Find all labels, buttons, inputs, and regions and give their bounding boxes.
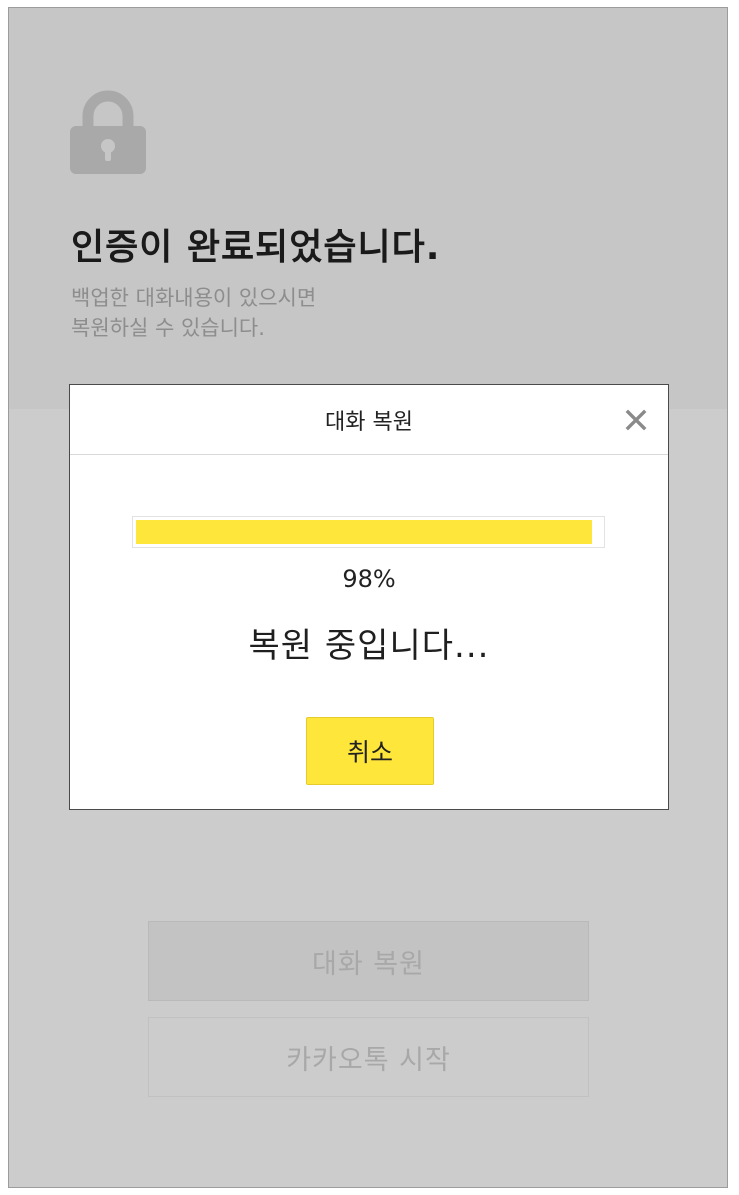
auth-complete-panel: 인증이 완료되었습니다. 백업한 대화내용이 있으시면 복원하실 수 있습니다.	[9, 8, 727, 409]
dialog-header: 대화 복원	[70, 385, 668, 455]
close-icon[interactable]	[624, 408, 648, 432]
page-title: 인증이 완료되었습니다.	[71, 227, 441, 268]
lock-icon	[70, 90, 146, 174]
start-kakaotalk-button[interactable]: 카카오톡 시작	[148, 1017, 589, 1097]
app-window: 인증이 완료되었습니다. 백업한 대화내용이 있으시면 복원하실 수 있습니다.…	[8, 7, 728, 1188]
progress-bar	[132, 516, 605, 548]
progress-percent: 98%	[342, 565, 396, 593]
status-message: 복원 중입니다...	[248, 626, 490, 666]
progress-bar-fill	[136, 520, 592, 544]
cancel-button[interactable]: 취소	[306, 717, 434, 785]
subtitle-line-2: 복원하실 수 있습니다.	[71, 316, 265, 340]
restore-progress-dialog: 대화 복원 98% 복원 중입니다... 취소	[69, 384, 669, 810]
page-subtitle: 백업한 대화내용이 있으시면 복원하실 수 있습니다.	[71, 283, 316, 343]
dialog-title: 대화 복원	[325, 409, 413, 435]
restore-chat-button[interactable]: 대화 복원	[148, 921, 589, 1001]
subtitle-line-1: 백업한 대화내용이 있으시면	[71, 286, 317, 310]
